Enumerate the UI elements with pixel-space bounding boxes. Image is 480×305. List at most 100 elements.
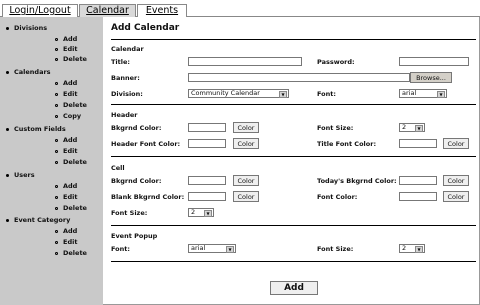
password-input[interactable] <box>399 57 469 66</box>
divider <box>111 104 476 105</box>
sidebar-item-divisions-delete[interactable]: Delete <box>63 55 87 63</box>
popup-font-size-value: 2 <box>402 244 407 252</box>
cell-font-size-select[interactable]: 2 ▼ <box>188 208 214 217</box>
circle-bullet-icon <box>55 185 58 188</box>
sidebar-item-divisions-add[interactable]: Add <box>63 35 77 43</box>
header-font-size-label: Font Size: <box>317 124 354 132</box>
circle-bullet-icon <box>55 150 58 153</box>
sidebar-item-event-category-edit[interactable]: Edit <box>63 238 77 246</box>
section-heading-header: Header <box>111 111 138 119</box>
divider <box>111 156 476 157</box>
sidebar-section-divisions: Divisions <box>14 24 48 32</box>
header-font-color-button[interactable]: Color <box>233 138 259 149</box>
password-label: Password: <box>317 58 355 66</box>
sidebar-section-event-category: Event Category <box>14 216 71 224</box>
circle-bullet-icon <box>55 207 58 210</box>
header-font-color-label: Header Font Color: <box>111 140 181 148</box>
sidebar-item-calendars-edit[interactable]: Edit <box>63 90 77 98</box>
chevron-down-icon: ▼ <box>279 91 287 98</box>
section-heading-cell: Cell <box>111 164 125 172</box>
today-bkgrnd-color-input[interactable] <box>399 176 437 185</box>
sidebar-section-calendars: Calendars <box>14 68 51 76</box>
sidebar-item-users-delete[interactable]: Delete <box>63 204 87 212</box>
circle-bullet-icon <box>55 38 58 41</box>
sidebar-item-custom-fields-add[interactable]: Add <box>63 136 77 144</box>
circle-bullet-icon <box>55 241 58 244</box>
cell-font-color-label: Font Color: <box>317 193 358 201</box>
circle-bullet-icon <box>55 230 58 233</box>
header-font-size-select[interactable]: 2 ▼ <box>399 123 425 132</box>
chevron-down-icon: ▼ <box>415 246 423 253</box>
divider <box>111 39 476 40</box>
font-select[interactable]: arial ▼ <box>399 89 447 98</box>
title-font-color-button[interactable]: Color <box>443 138 469 149</box>
title-label: Title: <box>111 58 131 66</box>
sidebar-item-event-category-delete[interactable]: Delete <box>63 249 87 257</box>
cell-bkgrnd-color-input[interactable] <box>188 176 226 185</box>
circle-bullet-icon <box>55 93 58 96</box>
today-bkgrnd-color-button[interactable]: Color <box>443 175 469 186</box>
tab-calendar[interactable]: Calendar <box>79 4 136 17</box>
title-font-color-input[interactable] <box>399 139 437 148</box>
title-font-color-label: Title Font Color: <box>317 140 377 148</box>
chevron-down-icon: ▼ <box>437 91 445 98</box>
circle-bullet-icon <box>55 196 58 199</box>
circle-bullet-icon <box>55 115 58 118</box>
banner-file-input[interactable] <box>188 73 410 82</box>
cell-font-size-label: Font Size: <box>111 209 148 217</box>
bullet-icon <box>6 27 9 30</box>
cell-bkgrnd-color-label: Bkgrnd Color: <box>111 177 162 185</box>
bullet-icon <box>6 219 9 222</box>
page-title: Add Calendar <box>111 23 180 33</box>
section-heading-calendar: Calendar <box>111 45 144 53</box>
header-font-color-input[interactable] <box>188 139 226 148</box>
circle-bullet-icon <box>55 161 58 164</box>
cell-bkgrnd-color-button[interactable]: Color <box>233 175 259 186</box>
chevron-down-icon: ▼ <box>415 125 423 132</box>
sidebar-item-custom-fields-delete[interactable]: Delete <box>63 158 87 166</box>
circle-bullet-icon <box>55 252 58 255</box>
circle-bullet-icon <box>55 104 58 107</box>
popup-font-value: arial <box>191 244 206 252</box>
add-button[interactable]: Add <box>270 281 318 295</box>
tab-events[interactable]: Events <box>137 4 187 17</box>
sidebar-item-calendars-delete[interactable]: Delete <box>63 101 87 109</box>
cell-font-color-input[interactable] <box>399 192 437 201</box>
division-select[interactable]: Community Calendar ▼ <box>188 89 289 98</box>
header-bkgrnd-color-input[interactable] <box>188 123 226 132</box>
sidebar-item-event-category-add[interactable]: Add <box>63 227 77 235</box>
sidebar-item-calendars-add[interactable]: Add <box>63 79 77 87</box>
font-value: arial <box>402 89 417 97</box>
sidebar-item-users-add[interactable]: Add <box>63 182 77 190</box>
sidebar-item-users-edit[interactable]: Edit <box>63 193 77 201</box>
chevron-down-icon: ▼ <box>204 210 212 217</box>
browse-button[interactable]: Browse... <box>410 72 452 83</box>
font-label: Font: <box>317 90 336 98</box>
today-bkgrnd-color-label: Today's Bkgrnd Color: <box>317 177 397 185</box>
popup-font-select[interactable]: arial ▼ <box>188 244 236 253</box>
cell-font-color-button[interactable]: Color <box>443 191 469 202</box>
divider <box>111 261 476 262</box>
division-label: Division: <box>111 90 143 98</box>
circle-bullet-icon <box>55 82 58 85</box>
tab-bar: Login/Logout Calendar Events <box>0 0 480 17</box>
sidebar-item-calendars-copy[interactable]: Copy <box>63 112 81 120</box>
circle-bullet-icon <box>55 58 58 61</box>
sidebar-item-divisions-edit[interactable]: Edit <box>63 45 77 53</box>
popup-font-size-label: Font Size: <box>317 245 354 253</box>
chevron-down-icon: ▼ <box>226 246 234 253</box>
blank-bkgrnd-color-button[interactable]: Color <box>233 191 259 202</box>
section-heading-event-popup: Event Popup <box>111 232 158 240</box>
header-bkgrnd-color-button[interactable]: Color <box>233 122 259 133</box>
header-font-size-value: 2 <box>402 123 407 131</box>
title-input[interactable] <box>188 57 302 66</box>
popup-font-size-select[interactable]: 2 ▼ <box>399 244 425 253</box>
sidebar-item-custom-fields-edit[interactable]: Edit <box>63 147 77 155</box>
blank-bkgrnd-color-input[interactable] <box>188 192 226 201</box>
tab-login-logout[interactable]: Login/Logout <box>2 4 78 17</box>
cell-font-size-value: 2 <box>191 208 196 216</box>
bullet-icon <box>6 174 9 177</box>
sidebar-section-custom-fields: Custom Fields <box>14 125 66 133</box>
bullet-icon <box>6 128 9 131</box>
popup-font-label: Font: <box>111 245 130 253</box>
